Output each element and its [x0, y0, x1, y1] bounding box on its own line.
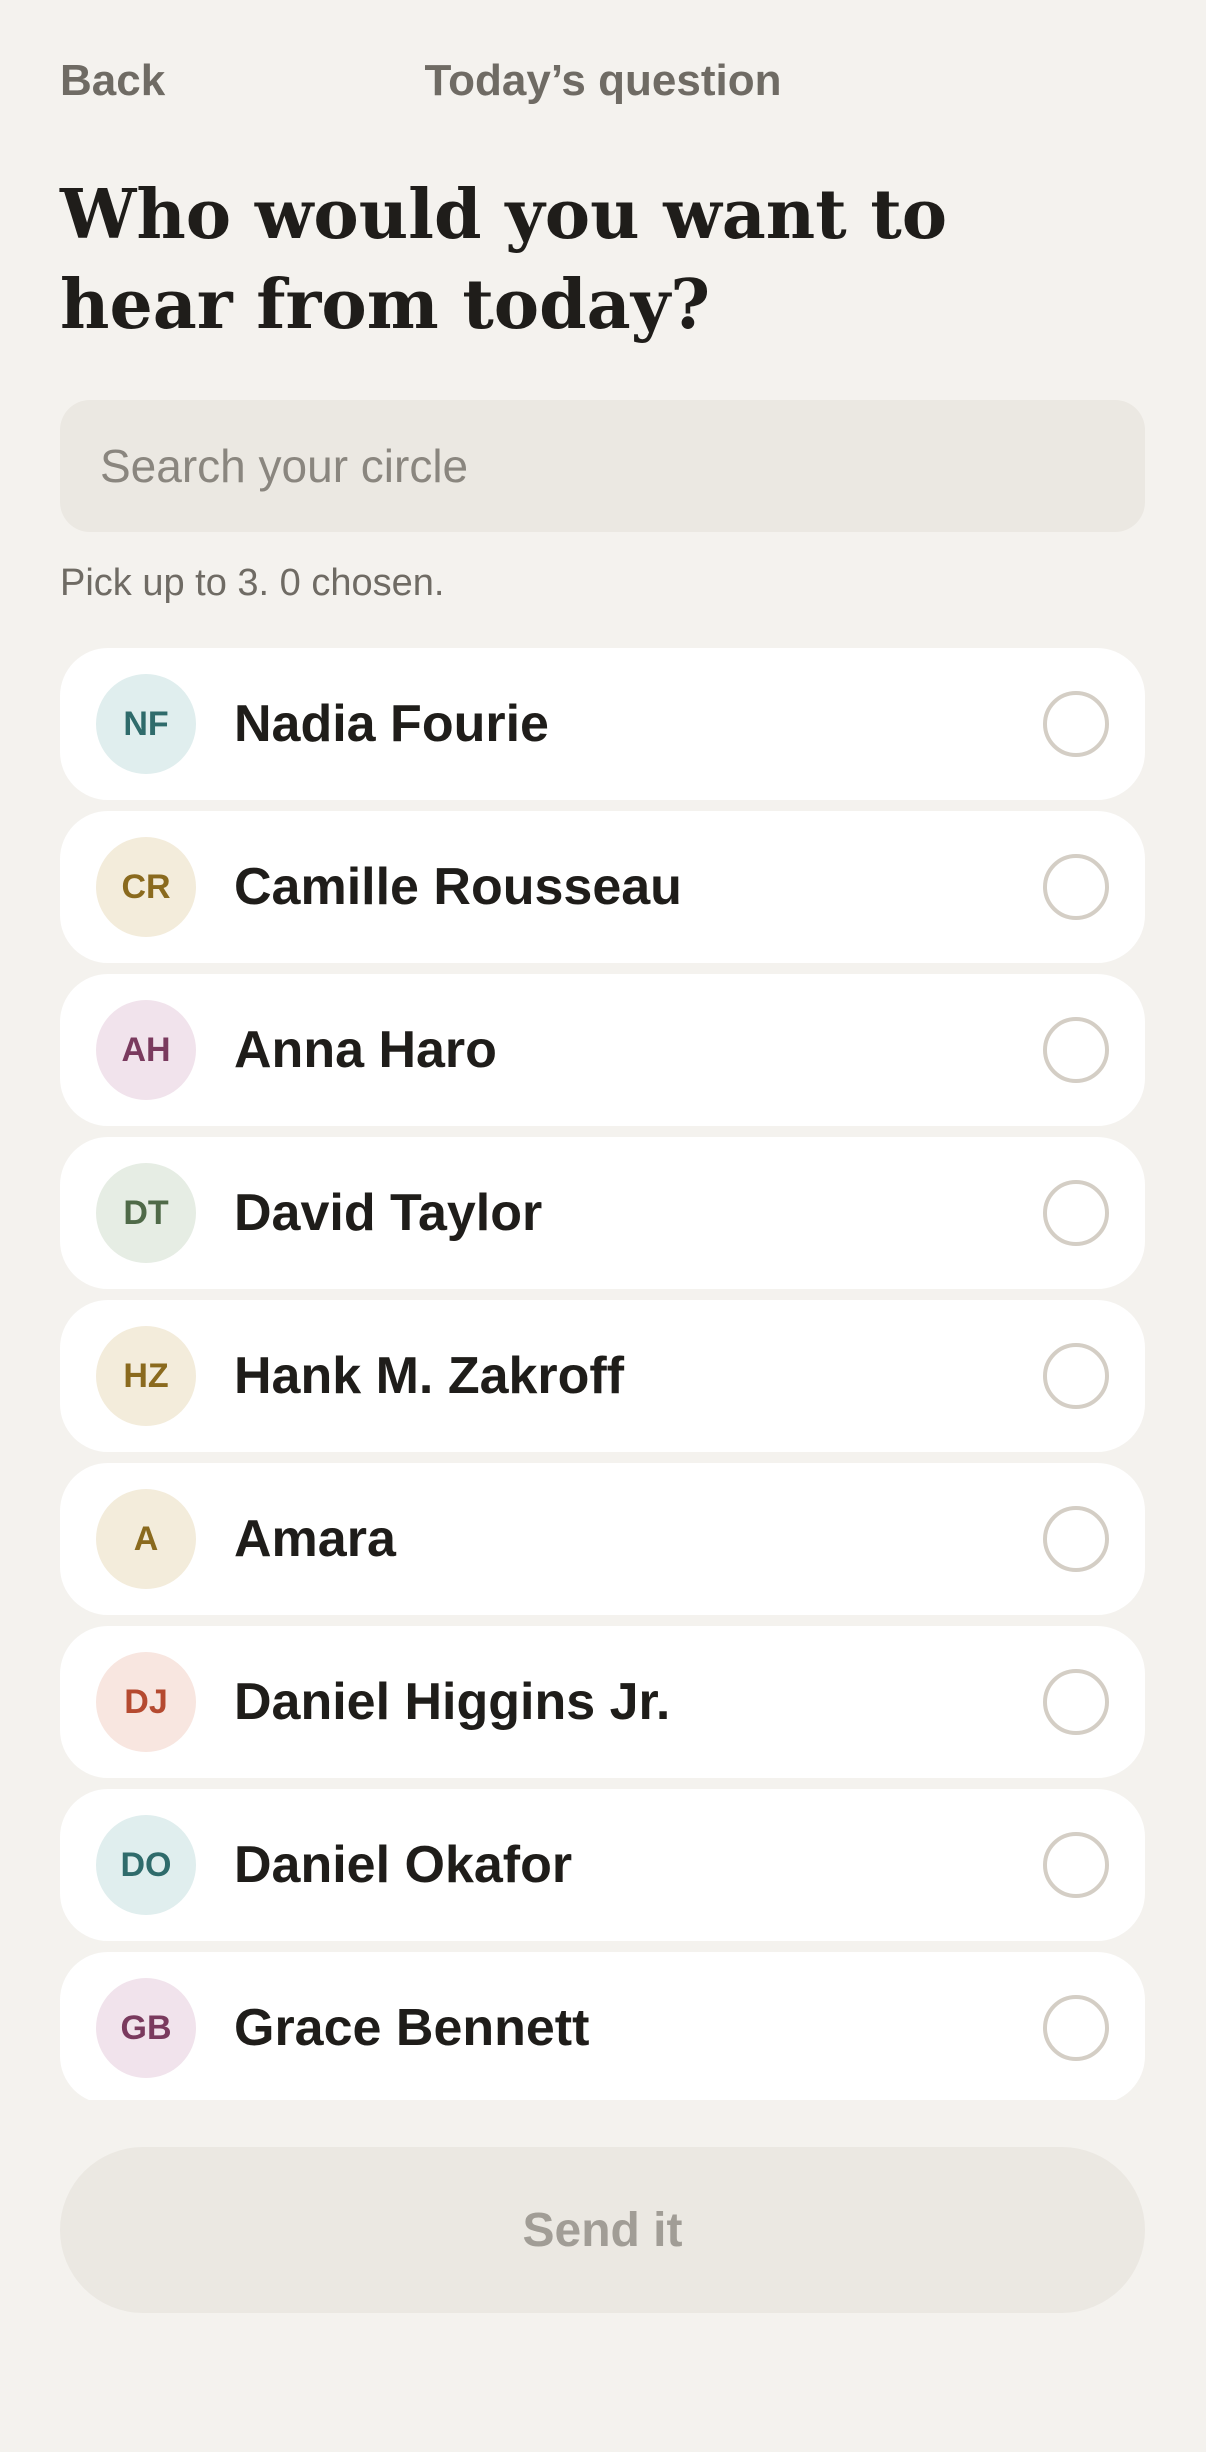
avatar: DT [96, 1163, 196, 1263]
select-radio[interactable] [1043, 1343, 1109, 1409]
contact-name: Hank M. Zakroff [234, 1347, 625, 1405]
search-box[interactable] [60, 400, 1145, 532]
contact-row[interactable]: DT David Taylor [60, 1137, 1145, 1289]
avatar: NF [96, 674, 196, 774]
selection-hint: Pick up to 3. 0 chosen. [60, 562, 445, 604]
select-radio[interactable] [1043, 1506, 1109, 1572]
contact-list[interactable]: NF Nadia Fourie CR Camille Rousseau AH Anna H… [60, 648, 1145, 2100]
avatar: GB [96, 1978, 196, 2078]
avatar: DJ [96, 1652, 196, 1752]
top-bar: Back Today’s question [0, 0, 1206, 170]
contact-row[interactable]: CR Camille Rousseau [60, 811, 1145, 963]
contact-name: Nadia Fourie [234, 695, 549, 753]
avatar: CR [96, 837, 196, 937]
question-headline: Who would you want to hear from today? [60, 175, 948, 345]
search-input[interactable] [98, 438, 1107, 494]
avatar: DO [96, 1815, 196, 1915]
contact-name: Daniel Okafor [234, 1836, 573, 1894]
select-radio[interactable] [1043, 691, 1109, 757]
page-title: Today’s question [424, 56, 782, 105]
contact-row[interactable]: GB Grace Bennett [60, 1952, 1145, 2100]
select-radio[interactable] [1043, 854, 1109, 920]
contact-row[interactable]: DJ Daniel Higgins Jr. [60, 1626, 1145, 1778]
contact-name: Amara [234, 1510, 396, 1568]
send-button[interactable]: Send it [60, 2147, 1145, 2313]
avatar: HZ [96, 1326, 196, 1426]
contact-name: David Taylor [234, 1184, 543, 1242]
contact-name: Grace Bennett [234, 1999, 590, 2057]
avatar: A [96, 1489, 196, 1589]
select-radio[interactable] [1043, 1832, 1109, 1898]
contact-row[interactable]: DO Daniel Okafor [60, 1789, 1145, 1941]
contact-row[interactable]: NF Nadia Fourie [60, 648, 1145, 800]
contact-row[interactable]: A Amara [60, 1463, 1145, 1615]
select-radio[interactable] [1043, 1995, 1109, 2061]
contact-name: Anna Haro [234, 1021, 497, 1079]
contact-row[interactable]: AH Anna Haro [60, 974, 1145, 1126]
contact-name: Daniel Higgins Jr. [234, 1673, 671, 1731]
contact-name: Camille Rousseau [234, 858, 682, 916]
avatar: AH [96, 1000, 196, 1100]
select-radio[interactable] [1043, 1180, 1109, 1246]
contact-row[interactable]: HZ Hank M. Zakroff [60, 1300, 1145, 1452]
select-radio[interactable] [1043, 1017, 1109, 1083]
select-radio[interactable] [1043, 1669, 1109, 1735]
